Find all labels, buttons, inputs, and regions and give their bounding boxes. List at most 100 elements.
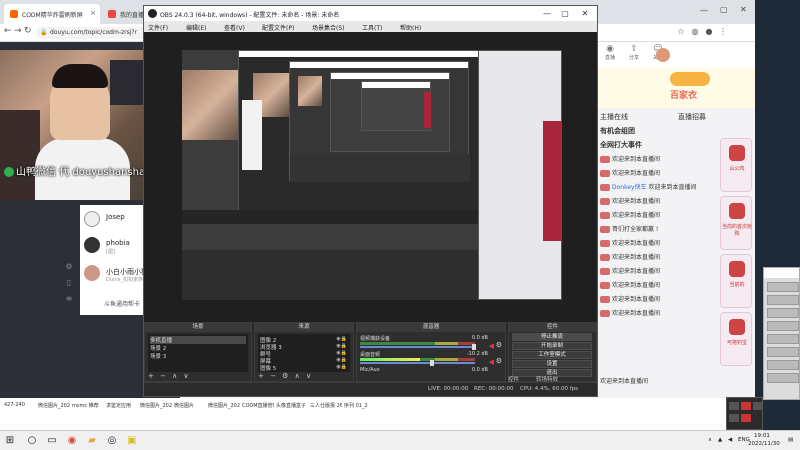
minimize-icon[interactable]: —: [540, 8, 554, 19]
task-view-icon[interactable]: ▭: [46, 435, 58, 447]
browser-tab-mylive[interactable]: 我的直播: [102, 4, 146, 24]
gift-item[interactable]: 当前的首次抢购: [720, 196, 752, 250]
gift-item[interactable]: 可拖钓宝: [720, 312, 752, 366]
chat-message: 欢迎来到本直播间: [600, 196, 718, 208]
app-icon[interactable]: ▣: [126, 435, 138, 447]
back-icon[interactable]: ←: [4, 26, 12, 36]
close-tab-icon[interactable]: ×: [90, 9, 96, 17]
desktop-file-item[interactable]: 微信图片_2022021...: [140, 402, 172, 409]
clock-date[interactable]: 2022/11/30: [748, 441, 780, 447]
tray-arrow-icon[interactable]: ∧: [708, 437, 712, 443]
browser-tab-douyu[interactable]: CODM精华炸雷刷新屏 ×: [4, 4, 100, 24]
desktop-file-item[interactable]: 微信图片_20221111...: [38, 402, 70, 409]
obs-preview-area[interactable]: [144, 32, 597, 322]
source-tools[interactable]: + − ⚙ ∧ ∨: [258, 372, 313, 380]
visibility-eye-icon[interactable]: ◉🔒: [336, 364, 347, 370]
visibility-eye-icon[interactable]: ◉🔒: [336, 357, 347, 363]
gift-item[interactable]: 当前的: [720, 254, 752, 308]
dock-title: 场景: [145, 323, 251, 332]
settings-button[interactable]: 设置: [512, 360, 592, 368]
tab-live[interactable]: ◉ 直播: [598, 44, 622, 61]
chat-username[interactable]: Donkey快车: [612, 184, 647, 191]
desktop-file-item[interactable]: 三人仕版报 26实战解读: [310, 402, 342, 409]
close-icon[interactable]: ✕: [740, 5, 747, 14]
studio-mode-button[interactable]: 工作室模式: [512, 351, 592, 359]
notification-icon[interactable]: ▤: [788, 437, 793, 443]
menu-item[interactable]: 场景集合(S): [312, 23, 345, 32]
desktop-file-item[interactable]: 序列 01_2: [344, 402, 376, 409]
menu-item[interactable]: 文件(F): [148, 23, 168, 32]
douyu-promo-banner[interactable]: 百家衣: [598, 68, 755, 108]
avatar: [84, 265, 100, 281]
extension-icon[interactable]: ☆: [676, 27, 686, 37]
source-item[interactable]: 图像 5: [260, 364, 276, 372]
source-list: 图像 2 浏览器 3 群号 屏幕 图像 5 ◉🔒 ◉🔒 ◉🔒 ◉🔒 ◉🔒: [258, 334, 350, 372]
settings-icon[interactable]: ⚙: [62, 262, 76, 278]
obs-preview-canvas[interactable]: [182, 50, 562, 300]
scene-tools[interactable]: + − ∧ ∨: [148, 372, 191, 380]
menu-item[interactable]: 工具(T): [362, 23, 382, 32]
scene-item[interactable]: 场景 3: [150, 352, 166, 360]
avatar: [84, 237, 100, 253]
reload-icon[interactable]: ↻: [24, 26, 32, 36]
douyu-favicon-icon: [108, 10, 116, 18]
menu-item[interactable]: 编辑(E): [186, 23, 206, 32]
forward-icon[interactable]: →: [14, 26, 22, 36]
windows-start-icon[interactable]: ⊞: [4, 435, 16, 447]
menu-icon[interactable]: ⋮: [718, 27, 728, 37]
menu-item[interactable]: 配置文件(P): [262, 23, 294, 32]
volume-icon[interactable]: ◀: [728, 437, 732, 443]
obs-icon[interactable]: ◎: [106, 435, 118, 447]
chat-text: 欢迎来到本直播间: [648, 184, 697, 191]
maximize-icon[interactable]: ▢: [720, 5, 728, 14]
phone-icon[interactable]: ▯: [62, 278, 76, 294]
desktop-file-item[interactable]: 头像直播盒子 实况-...: [276, 402, 308, 409]
desktop-file-item[interactable]: msmc 推荐: [72, 402, 104, 409]
tab-share[interactable]: ⇪ 分享: [622, 44, 646, 61]
tab-controls[interactable]: 控件: [508, 375, 519, 383]
visibility-eye-icon[interactable]: ◉🔒: [336, 350, 347, 356]
list-link[interactable]: 斗鱼通用帮卡: [104, 299, 140, 308]
menu-item[interactable]: 查看(V): [224, 23, 245, 32]
desktop-file-item[interactable]: 微信图片_2022080...: [208, 402, 240, 409]
scene-item[interactable]: 多机直播: [150, 336, 246, 344]
address-bar[interactable]: 🔒 douyu.com/topic/codm-zrsj?r: [36, 27, 151, 39]
chat-message: 有机会组团: [600, 126, 718, 138]
network-icon[interactable]: ▲: [718, 437, 722, 443]
avatar[interactable]: [656, 48, 670, 62]
visibility-eye-icon[interactable]: ◉🔒: [336, 343, 347, 349]
desktop-file-item[interactable]: 求鉴定应用: [106, 402, 138, 409]
folder-icon[interactable]: ▰: [86, 435, 98, 447]
mute-icon[interactable]: ◀: [489, 342, 494, 350]
clock-time[interactable]: 19:01: [754, 433, 770, 439]
search-icon[interactable]: ○: [26, 435, 38, 447]
volume-knob[interactable]: [472, 344, 476, 350]
list-icon[interactable]: ≡: [62, 294, 76, 310]
gear-icon[interactable]: ⚙: [496, 341, 502, 349]
minimize-icon[interactable]: —: [700, 6, 708, 15]
desktop-file-item[interactable]: 427-240: [4, 402, 36, 408]
profile-icon[interactable]: ●: [704, 27, 714, 37]
gear-icon[interactable]: ⚙: [496, 357, 502, 365]
start-recording-button[interactable]: 开始录制: [512, 342, 592, 350]
mute-icon[interactable]: ◀: [489, 358, 494, 366]
extension-icon[interactable]: ◍: [690, 27, 700, 37]
visibility-eye-icon[interactable]: ◉🔒: [336, 336, 347, 342]
stop-streaming-button[interactable]: 停止推流: [512, 333, 592, 341]
mixer-channel: Mic/Aux 0.0 dB: [360, 367, 488, 373]
maximize-icon[interactable]: ▢: [558, 8, 572, 19]
menu-item[interactable]: 帮助(H): [400, 23, 421, 32]
close-icon[interactable]: ✕: [578, 8, 592, 19]
gift-column: 山公鸡 当前的首次抢购 当前的 可拖钓宝: [718, 138, 755, 398]
volume-slider[interactable]: [360, 362, 475, 364]
volume-knob[interactable]: [430, 360, 434, 366]
tab-transitions[interactable]: 转场特效: [536, 375, 558, 383]
scene-item[interactable]: 场景 2: [150, 344, 166, 352]
desktop-file-item[interactable]: 微信图片: [174, 402, 206, 409]
dock-title: 控件: [509, 323, 596, 332]
desktop-file-item[interactable]: CODM直播管理-用...: [242, 402, 274, 409]
chat-text: 欢迎来到本直播间: [612, 240, 661, 247]
gift-item[interactable]: 山公鸡: [720, 138, 752, 192]
chrome-icon[interactable]: ◉: [66, 435, 78, 447]
volume-slider[interactable]: [360, 346, 475, 348]
